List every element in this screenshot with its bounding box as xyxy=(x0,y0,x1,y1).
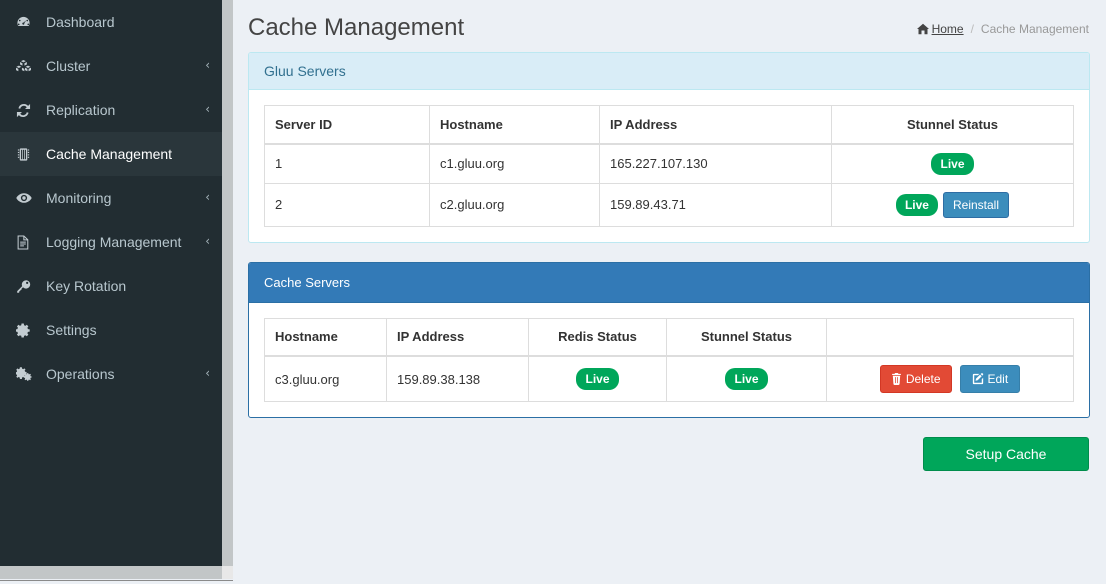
breadcrumb: Home / Cache Management xyxy=(916,22,1089,36)
stunnel-status-badge: Live xyxy=(931,152,974,175)
sidebar-item-label: Logging Management xyxy=(46,234,182,250)
chevron-left-icon: ‹ xyxy=(205,366,210,380)
cell-ip-address: 159.89.43.71 xyxy=(599,182,832,227)
gluu-servers-table-head: Server ID Hostname IP Address Stunnel St… xyxy=(264,105,1074,145)
breadcrumb-separator: / xyxy=(970,22,974,36)
column-header-actions xyxy=(826,317,1074,357)
sidebar-item-dashboard[interactable]: Dashboard xyxy=(0,0,222,44)
cell-server-id: 1 xyxy=(264,143,430,184)
sidebar-item-label: Settings xyxy=(46,322,97,338)
sidebar-item-cache-management[interactable]: Cache Management xyxy=(0,132,222,176)
memory-chip-icon xyxy=(16,147,38,162)
table-header-row: Hostname IP Address Redis Status Stunnel… xyxy=(264,317,1074,357)
sidebar-item-replication[interactable]: Replication ‹ xyxy=(0,88,222,132)
gluu-servers-panel-body: Server ID Hostname IP Address Stunnel St… xyxy=(249,90,1089,242)
chevron-left-icon: ‹ xyxy=(205,234,210,248)
breadcrumb-current: Cache Management xyxy=(980,22,1089,36)
sidebar-item-label: Operations xyxy=(46,366,115,382)
reinstall-button[interactable]: Reinstall xyxy=(942,191,1010,218)
sidebar-item-key-rotation[interactable]: Key Rotation xyxy=(0,264,222,308)
cache-servers-table: Hostname IP Address Redis Status Stunnel… xyxy=(264,317,1074,402)
gluu-servers-panel-title: Gluu Servers xyxy=(249,53,1089,90)
sidebar-item-operations[interactable]: Operations ‹ xyxy=(0,352,222,396)
main-content: Cache Management Home / Cache Management… xyxy=(233,0,1106,584)
cell-row-actions: Delete Edit xyxy=(826,355,1074,402)
cell-stunnel-status: Live xyxy=(831,143,1074,184)
sidebar-item-logging-management[interactable]: Logging Management ‹ xyxy=(0,220,222,264)
edit-button-label: Edit xyxy=(987,372,1009,386)
table-row: 1 c1.gluu.org 165.227.107.130 Live xyxy=(264,143,1074,184)
cogs-icon xyxy=(16,366,38,382)
delete-button-label: Delete xyxy=(905,372,941,386)
sidebar-vertical-scrollbar-track[interactable] xyxy=(222,0,233,566)
redis-status-badge: Live xyxy=(576,368,619,390)
trash-icon xyxy=(891,373,902,385)
column-header-ip-address: IP Address xyxy=(599,105,832,145)
column-header-redis-status: Redis Status xyxy=(528,317,667,357)
home-icon xyxy=(916,23,929,35)
sidebar-item-cluster[interactable]: Cluster ‹ xyxy=(0,44,222,88)
content-header: Cache Management Home / Cache Management xyxy=(248,0,1090,52)
table-header-row: Server ID Hostname IP Address Stunnel St… xyxy=(264,105,1074,145)
sidebar-item-label: Replication xyxy=(46,102,116,118)
table-row: 2 c2.gluu.org 159.89.43.71 Live Reinstall xyxy=(264,182,1074,227)
sidebar-item-label: Dashboard xyxy=(46,14,115,30)
chevron-left-icon: ‹ xyxy=(205,58,210,72)
column-header-hostname: Hostname xyxy=(264,317,387,357)
sidebar-vertical-scrollbar-thumb[interactable] xyxy=(222,0,233,566)
gluu-servers-table: Server ID Hostname IP Address Stunnel St… xyxy=(264,105,1074,227)
column-header-hostname: Hostname xyxy=(429,105,600,145)
column-header-ip-address: IP Address xyxy=(386,317,529,357)
cache-servers-table-head: Hostname IP Address Redis Status Stunnel… xyxy=(264,317,1074,357)
edit-button[interactable]: Edit xyxy=(959,365,1021,393)
pencil-square-icon xyxy=(972,373,984,385)
sidebar-item-monitoring[interactable]: Monitoring ‹ xyxy=(0,176,222,220)
cache-servers-table-body: c3.gluu.org 159.89.38.138 Live Live Delete Ed… xyxy=(264,355,1074,402)
sidebar-item-label: Cluster xyxy=(46,58,91,74)
cache-servers-panel-body: Hostname IP Address Redis Status Stunnel… xyxy=(249,303,1089,418)
refresh-icon xyxy=(16,103,38,118)
cell-stunnel-status: Live Reinstall xyxy=(831,182,1074,227)
reinstall-button-label: Reinstall xyxy=(952,197,1000,212)
cell-hostname: c2.gluu.org xyxy=(429,182,600,227)
stunnel-status-badge: Live xyxy=(725,368,768,390)
cell-server-id: 2 xyxy=(264,182,430,227)
cell-hostname: c1.gluu.org xyxy=(429,143,600,184)
sidebar-item-label: Cache Management xyxy=(46,146,173,162)
setup-cache-button[interactable]: Setup Cache xyxy=(923,437,1089,471)
cell-ip-address: 159.89.38.138 xyxy=(386,355,529,402)
gluu-servers-panel: Gluu Servers Server ID Hostname IP Addre… xyxy=(248,52,1090,243)
breadcrumb-home-link[interactable]: Home xyxy=(932,22,964,36)
cell-ip-address: 165.227.107.130 xyxy=(599,143,832,184)
sidebar-item-label: Monitoring xyxy=(46,190,112,206)
dashboard-icon xyxy=(16,15,38,30)
cache-servers-panel: Cache Servers Hostname IP Address Redis … xyxy=(248,261,1090,418)
sidebar: Dashboard Cluster ‹ Replication ‹ Cache Manag… xyxy=(0,0,222,566)
column-header-stunnel-status: Stunnel Status xyxy=(666,317,827,357)
cell-hostname: c3.gluu.org xyxy=(264,355,387,402)
sidebar-nav: Dashboard Cluster ‹ Replication ‹ Cache Manag… xyxy=(0,0,222,396)
sidebar-item-label: Key Rotation xyxy=(46,278,127,294)
table-row: c3.gluu.org 159.89.38.138 Live Live Delete Ed… xyxy=(264,355,1074,402)
cell-redis-status: Live xyxy=(528,355,667,402)
chevron-left-icon: ‹ xyxy=(205,102,210,116)
eye-icon xyxy=(16,190,38,206)
gear-icon xyxy=(16,322,38,338)
cubes-icon xyxy=(16,59,38,74)
column-header-stunnel-status: Stunnel Status xyxy=(831,105,1074,145)
cache-servers-panel-title: Cache Servers xyxy=(249,262,1089,303)
footer-actions: Setup Cache xyxy=(248,437,1090,471)
stunnel-status-badge: Live xyxy=(895,193,938,216)
cell-stunnel-status: Live xyxy=(666,355,827,402)
sidebar-horizontal-scrollbar-thumb[interactable] xyxy=(0,566,222,579)
key-icon xyxy=(16,279,38,294)
page-root: Dashboard Cluster ‹ Replication ‹ Cache Manag… xyxy=(0,0,1106,584)
chevron-left-icon: ‹ xyxy=(205,190,210,204)
column-header-server-id: Server ID xyxy=(264,105,430,145)
file-text-icon xyxy=(16,235,38,250)
delete-button[interactable]: Delete xyxy=(879,365,952,393)
gluu-servers-table-body: 1 c1.gluu.org 165.227.107.130 Live 2 c2.gluu.… xyxy=(264,143,1074,227)
sidebar-item-settings[interactable]: Settings xyxy=(0,308,222,352)
